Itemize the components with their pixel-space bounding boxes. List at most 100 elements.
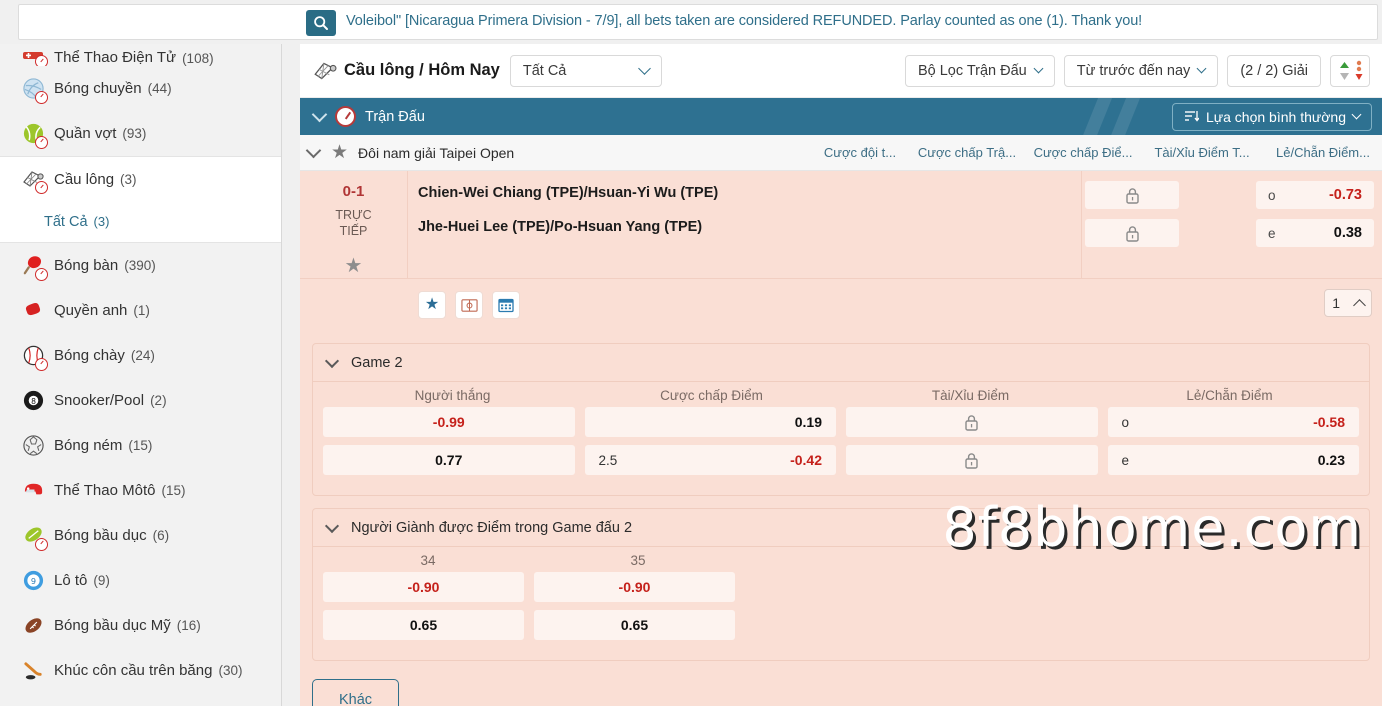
odds-odd[interactable]: o -0.73 [1256, 181, 1374, 209]
time-range-button[interactable]: Từ trước đến nay [1063, 54, 1219, 87]
sidebar-item-motorsport[interactable]: Thể Thao Môtô (15) [0, 468, 281, 513]
tab-label: Khác [339, 691, 373, 706]
sidebar-item-label: Bóng chày [54, 347, 125, 364]
market-row: 0.77 2.5 -0.42 e 0.23 [323, 445, 1359, 476]
top-notice-container: Voleibol" [Nicaragua Primera Division - … [18, 4, 1378, 40]
favorite-star-icon[interactable]: ★ [345, 253, 363, 278]
ice-hockey-icon [20, 658, 46, 684]
table-tennis-icon [20, 253, 48, 281]
sidebar-item-handball[interactable]: Bóng ném (15) [0, 423, 281, 468]
match-status: TRỰC TIẾP [335, 208, 372, 238]
odds-cell-winner-away[interactable]: 0.77 [323, 445, 575, 476]
market-row: 0.65 0.65 [323, 610, 1359, 641]
lock-icon [1125, 225, 1139, 242]
sidebar-subitem-all[interactable]: Tất Cả (3) [0, 201, 281, 243]
odds-value: 0.77 [435, 452, 463, 469]
column-header: Cược chấp Điể... [1033, 145, 1133, 160]
market-count-badge[interactable]: 1 [1324, 289, 1372, 318]
badminton-icon [312, 58, 338, 84]
star-icon[interactable]: ★ [331, 143, 348, 162]
sidebar-item-american-football[interactable]: Bóng bầu dục Mỹ (16) [0, 603, 281, 648]
search-icon[interactable] [306, 10, 336, 36]
match-action-bar: ★ 1 [300, 279, 1382, 331]
motorsport-icon [20, 478, 46, 504]
lottery-icon: 9 [20, 568, 46, 594]
sidebar-item-boxing[interactable]: Quyền anh (1) [0, 288, 281, 333]
section-collapse-chevron-icon[interactable] [311, 106, 328, 122]
market-column-header: 34 [420, 553, 436, 569]
calendar-icon[interactable] [492, 291, 520, 320]
sidebar-item-lottery[interactable]: 9 Lô tô (9) [0, 558, 281, 603]
odds-cell-handicap-away[interactable]: 2.5 -0.42 [584, 445, 836, 476]
odds-cell-point34-home[interactable]: -0.90 [323, 572, 524, 603]
sidebar-item-count: (93) [122, 126, 147, 141]
sidebar-item-label: Thể Thao Điện Tử [54, 49, 177, 66]
sidebar-item-baseball[interactable]: Bóng chày (24) [0, 333, 281, 378]
market-collapse-chevron-icon[interactable] [324, 518, 340, 533]
match-scope-select[interactable]: Tất Cả [509, 54, 662, 87]
court-icon[interactable] [455, 291, 483, 320]
sort-filter-icon [1184, 111, 1199, 122]
sidebar-item-count: (44) [147, 81, 172, 96]
market-header[interactable]: Người Giành được Điểm trong Game đấu 2 [313, 509, 1369, 548]
notice-text: Voleibol" [Nicaragua Primera Division - … [346, 13, 1143, 29]
match-filter-button[interactable]: Bộ Lọc Trận Đấu [904, 54, 1055, 87]
market-header[interactable]: Game 2 [313, 344, 1369, 383]
caret-up-icon [1352, 298, 1366, 312]
odds-cell-handicap-home[interactable]: 0.19 [584, 407, 836, 438]
odds-cell-winner-home[interactable]: -0.99 [323, 407, 575, 438]
tab-other[interactable]: Khác [312, 679, 400, 706]
match-block: 0-1 TRỰC TIẾP ★ Chien-Wei Chiang (TPE)/Hs… [300, 171, 1382, 706]
american-football-icon [20, 613, 46, 639]
sort-updown-icon[interactable] [1330, 54, 1370, 87]
sports-sidebar[interactable]: Thể Thao Điện Tử (108) Bóng chuyền (44) … [0, 44, 282, 706]
sidebar-item-volleyball[interactable]: Bóng chuyền (44) [0, 66, 281, 111]
odds-value: -0.90 [618, 579, 651, 596]
market-title: Game 2 [351, 354, 403, 371]
league-count-button[interactable]: (2 / 2) Giải [1227, 54, 1321, 87]
odds-cell-oddeven-even[interactable]: e 0.23 [1107, 445, 1359, 476]
page-title: Cầu lông / Hôm Nay [344, 61, 500, 79]
section-title: Trận Đấu [365, 108, 425, 125]
odds-locked-home[interactable] [1085, 181, 1179, 209]
display-options-button[interactable]: Lựa chọn bình thường [1171, 102, 1372, 131]
sidebar-item-count: (6) [152, 528, 170, 543]
market-column-header: Lẻ/Chẵn Điểm [1186, 388, 1273, 404]
chevron-down-icon [1033, 63, 1044, 74]
odds-cell-oddeven-odd[interactable]: o -0.58 [1107, 407, 1359, 438]
rugby-icon [20, 523, 48, 551]
league-name: Đôi nam giải Taipei Open [358, 144, 515, 161]
odds-column-locked [1082, 171, 1182, 278]
odds-value: 0.23 [1317, 452, 1345, 469]
tennis-icon [20, 121, 48, 149]
chevron-down-icon [637, 62, 651, 75]
league-header-row: ★ Đôi nam giải Taipei Open Cược đội t...… [300, 135, 1382, 171]
odds-cell-point35-home[interactable]: -0.90 [534, 572, 735, 603]
sidebar-item-ice-hockey[interactable]: Khúc côn cầu trên băng (30) [0, 648, 281, 693]
sidebar-item-label: Snooker/Pool [54, 392, 145, 409]
sidebar-item-count: (30) [218, 663, 243, 678]
odds-cell-overunder-over[interactable] [846, 407, 1098, 438]
sidebar-item-count: (3) [120, 171, 137, 187]
odds-cell-overunder-under[interactable] [846, 445, 1098, 476]
odds-key: o [1121, 414, 1130, 430]
odds-cell-point35-away[interactable]: 0.65 [534, 610, 735, 641]
sidebar-item-badminton[interactable]: Cầu lông (3) [0, 156, 281, 201]
match-teams: Chien-Wei Chiang (TPE)/Hsuan-Yi Wu (TPE)… [408, 171, 1082, 279]
odds-even[interactable]: e 0.38 [1256, 219, 1374, 247]
sidebar-item-tennis[interactable]: Quần vợt (93) [0, 111, 281, 156]
sidebar-item-esports[interactable]: Thể Thao Điện Tử (108) [0, 44, 281, 66]
sidebar-item-table-tennis[interactable]: Bóng bàn (390) [0, 243, 281, 288]
sidebar-item-rugby[interactable]: Bóng bầu dục (6) [0, 513, 281, 558]
odds-cell-point34-away[interactable]: 0.65 [323, 610, 524, 641]
sidebar-item-snooker[interactable]: 8 Snooker/Pool (2) [0, 378, 281, 423]
odds-key: e [1268, 225, 1276, 241]
market-column-header: Tài/Xỉu Điểm [931, 388, 1010, 404]
star-icon[interactable]: ★ [418, 291, 446, 320]
market-column-header: 35 [630, 553, 646, 569]
odds-locked-away[interactable] [1085, 219, 1179, 247]
market-collapse-chevron-icon[interactable] [324, 353, 340, 368]
match-filter-label: Bộ Lọc Trận Đấu [917, 62, 1027, 79]
handicap-line: 2.5 [598, 452, 618, 468]
league-collapse-chevron-icon[interactable] [305, 142, 322, 158]
